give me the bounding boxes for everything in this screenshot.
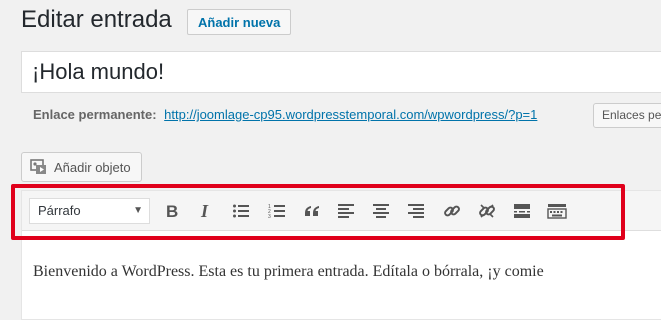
post-title-input[interactable]: ¡Hola mundo! xyxy=(21,51,661,93)
permalink-label: Enlace permanente: xyxy=(33,107,157,122)
post-content-text[interactable]: Bienvenido a WordPress. Esta es tu prime… xyxy=(33,263,544,281)
add-media-label: Añadir objeto xyxy=(54,159,131,175)
toolbar-highlight-box xyxy=(11,184,625,240)
permalink-link[interactable]: http://joomlage-cp95.wordpresstemporal.c… xyxy=(164,107,537,122)
add-media-button[interactable]: Añadir objeto xyxy=(21,152,142,182)
page-title: Editar entrada xyxy=(21,6,172,33)
permalinks-settings-button[interactable]: Enlaces pern xyxy=(593,103,661,128)
media-icon xyxy=(30,159,46,174)
permalink-row: Enlace permanente: http://joomlage-cp95.… xyxy=(33,107,537,122)
add-new-button[interactable]: Añadir nueva xyxy=(187,9,292,35)
